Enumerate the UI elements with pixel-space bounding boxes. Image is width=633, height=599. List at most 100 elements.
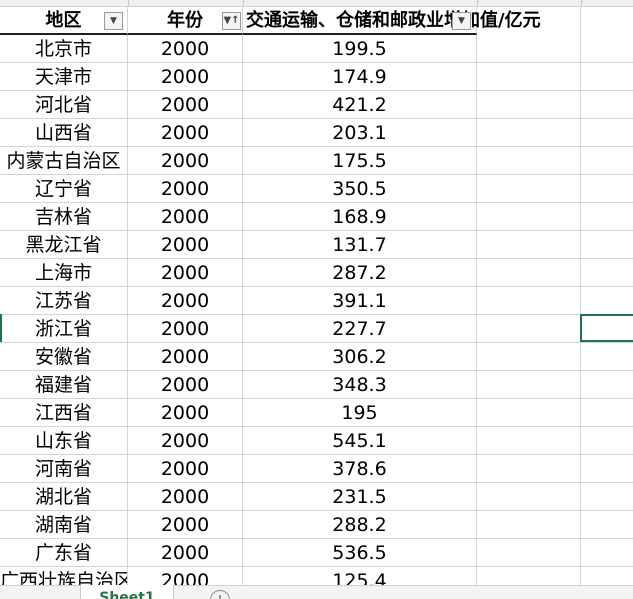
year-cell[interactable]: 2000: [128, 147, 243, 175]
region-cell[interactable]: 安徽省: [0, 343, 128, 371]
year-cell[interactable]: 2000: [128, 399, 243, 427]
region-cell[interactable]: 辽宁省: [0, 175, 128, 203]
empty-cell[interactable]: [581, 511, 633, 539]
region-cell[interactable]: 上海市: [0, 259, 128, 287]
empty-cell[interactable]: [581, 371, 633, 399]
add-sheet-icon[interactable]: +: [210, 590, 230, 599]
empty-cell[interactable]: [581, 259, 633, 287]
region-cell[interactable]: 黑龙江省: [0, 231, 128, 259]
region-cell[interactable]: 内蒙古自治区: [0, 147, 128, 175]
year-cell[interactable]: 2000: [128, 231, 243, 259]
value-cell[interactable]: 288.2: [243, 511, 477, 539]
selected-cell[interactable]: [580, 314, 633, 342]
empty-cell[interactable]: [581, 119, 633, 147]
value-cell[interactable]: 306.2: [243, 343, 477, 371]
empty-cell[interactable]: [581, 343, 633, 371]
empty-cell[interactable]: [477, 371, 581, 399]
year-cell[interactable]: 2000: [128, 203, 243, 231]
empty-cell[interactable]: [477, 399, 581, 427]
value-cell[interactable]: 231.5: [243, 483, 477, 511]
region-cell[interactable]: 江西省: [0, 399, 128, 427]
empty-cell[interactable]: [477, 63, 581, 91]
year-cell[interactable]: 2000: [128, 315, 243, 343]
empty-cell[interactable]: [581, 539, 633, 567]
empty-cell[interactable]: [581, 427, 633, 455]
region-cell[interactable]: 浙江省: [0, 315, 128, 343]
year-sort-filter-icon[interactable]: ▼↑: [222, 12, 241, 30]
empty-cell[interactable]: [477, 203, 581, 231]
region-filter-dropdown-icon[interactable]: ▼: [104, 12, 123, 30]
header-year-cell[interactable]: 年份 ▼↑: [128, 7, 243, 35]
value-cell[interactable]: 175.5: [243, 147, 477, 175]
value-cell[interactable]: 227.7: [243, 315, 477, 343]
empty-cell[interactable]: [581, 287, 633, 315]
value-cell[interactable]: 174.9: [243, 63, 477, 91]
region-cell[interactable]: 山东省: [0, 427, 128, 455]
empty-cell[interactable]: [477, 35, 581, 63]
empty-cell[interactable]: [477, 7, 581, 35]
empty-cell[interactable]: [581, 483, 633, 511]
value-cell[interactable]: 195: [243, 399, 477, 427]
empty-cell[interactable]: [581, 455, 633, 483]
region-cell[interactable]: 江苏省: [0, 287, 128, 315]
empty-cell[interactable]: [477, 483, 581, 511]
year-cell[interactable]: 2000: [128, 483, 243, 511]
year-cell[interactable]: 2000: [128, 35, 243, 63]
empty-cell[interactable]: [477, 147, 581, 175]
value-cell[interactable]: 421.2: [243, 91, 477, 119]
empty-cell[interactable]: [477, 539, 581, 567]
year-cell[interactable]: 2000: [128, 91, 243, 119]
region-cell[interactable]: 河北省: [0, 91, 128, 119]
year-cell[interactable]: 2000: [128, 511, 243, 539]
empty-cell[interactable]: [477, 287, 581, 315]
year-cell[interactable]: 2000: [128, 539, 243, 567]
header-region-cell[interactable]: 地区 ▼: [0, 7, 128, 35]
year-cell[interactable]: 2000: [128, 455, 243, 483]
empty-cell[interactable]: [581, 63, 633, 91]
empty-cell[interactable]: [581, 203, 633, 231]
empty-cell[interactable]: [477, 91, 581, 119]
value-cell[interactable]: 168.9: [243, 203, 477, 231]
header-value-cell[interactable]: 交通运输、仓储和邮政业增加值/亿元 ▼: [243, 7, 541, 35]
region-cell[interactable]: 广东省: [0, 539, 128, 567]
region-cell[interactable]: 湖北省: [0, 483, 128, 511]
year-cell[interactable]: 2000: [128, 287, 243, 315]
value-cell[interactable]: 348.3: [243, 371, 477, 399]
value-cell[interactable]: 545.1: [243, 427, 477, 455]
value-cell[interactable]: 350.5: [243, 175, 477, 203]
value-cell[interactable]: 536.5: [243, 539, 477, 567]
empty-cell[interactable]: [581, 399, 633, 427]
empty-cell[interactable]: [477, 455, 581, 483]
empty-cell[interactable]: [477, 343, 581, 371]
empty-cell[interactable]: [581, 231, 633, 259]
region-cell[interactable]: 湖南省: [0, 511, 128, 539]
year-cell[interactable]: 2000: [128, 259, 243, 287]
region-cell[interactable]: 北京市: [0, 35, 128, 63]
region-cell[interactable]: 天津市: [0, 63, 128, 91]
year-cell[interactable]: 2000: [128, 343, 243, 371]
empty-cell[interactable]: [581, 7, 633, 35]
value-cell[interactable]: 131.7: [243, 231, 477, 259]
empty-cell[interactable]: [477, 231, 581, 259]
year-cell[interactable]: 2000: [128, 119, 243, 147]
empty-cell[interactable]: [581, 175, 633, 203]
empty-cell[interactable]: [477, 119, 581, 147]
value-filter-dropdown-icon[interactable]: ▼: [452, 12, 471, 30]
year-cell[interactable]: 2000: [128, 371, 243, 399]
empty-cell[interactable]: [581, 35, 633, 63]
empty-cell[interactable]: [477, 511, 581, 539]
empty-cell[interactable]: [477, 315, 581, 343]
empty-cell[interactable]: [581, 91, 633, 119]
sheet-tab-sheet1[interactable]: Sheet1: [80, 585, 174, 599]
year-cell[interactable]: 2000: [128, 427, 243, 455]
empty-cell[interactable]: [581, 147, 633, 175]
value-cell[interactable]: 203.1: [243, 119, 477, 147]
empty-cell[interactable]: [477, 427, 581, 455]
year-cell[interactable]: 2000: [128, 175, 243, 203]
empty-cell[interactable]: [477, 259, 581, 287]
region-cell[interactable]: 山西省: [0, 119, 128, 147]
empty-cell[interactable]: [477, 175, 581, 203]
year-cell[interactable]: 2000: [128, 63, 243, 91]
value-cell[interactable]: 199.5: [243, 35, 477, 63]
region-cell[interactable]: 吉林省: [0, 203, 128, 231]
